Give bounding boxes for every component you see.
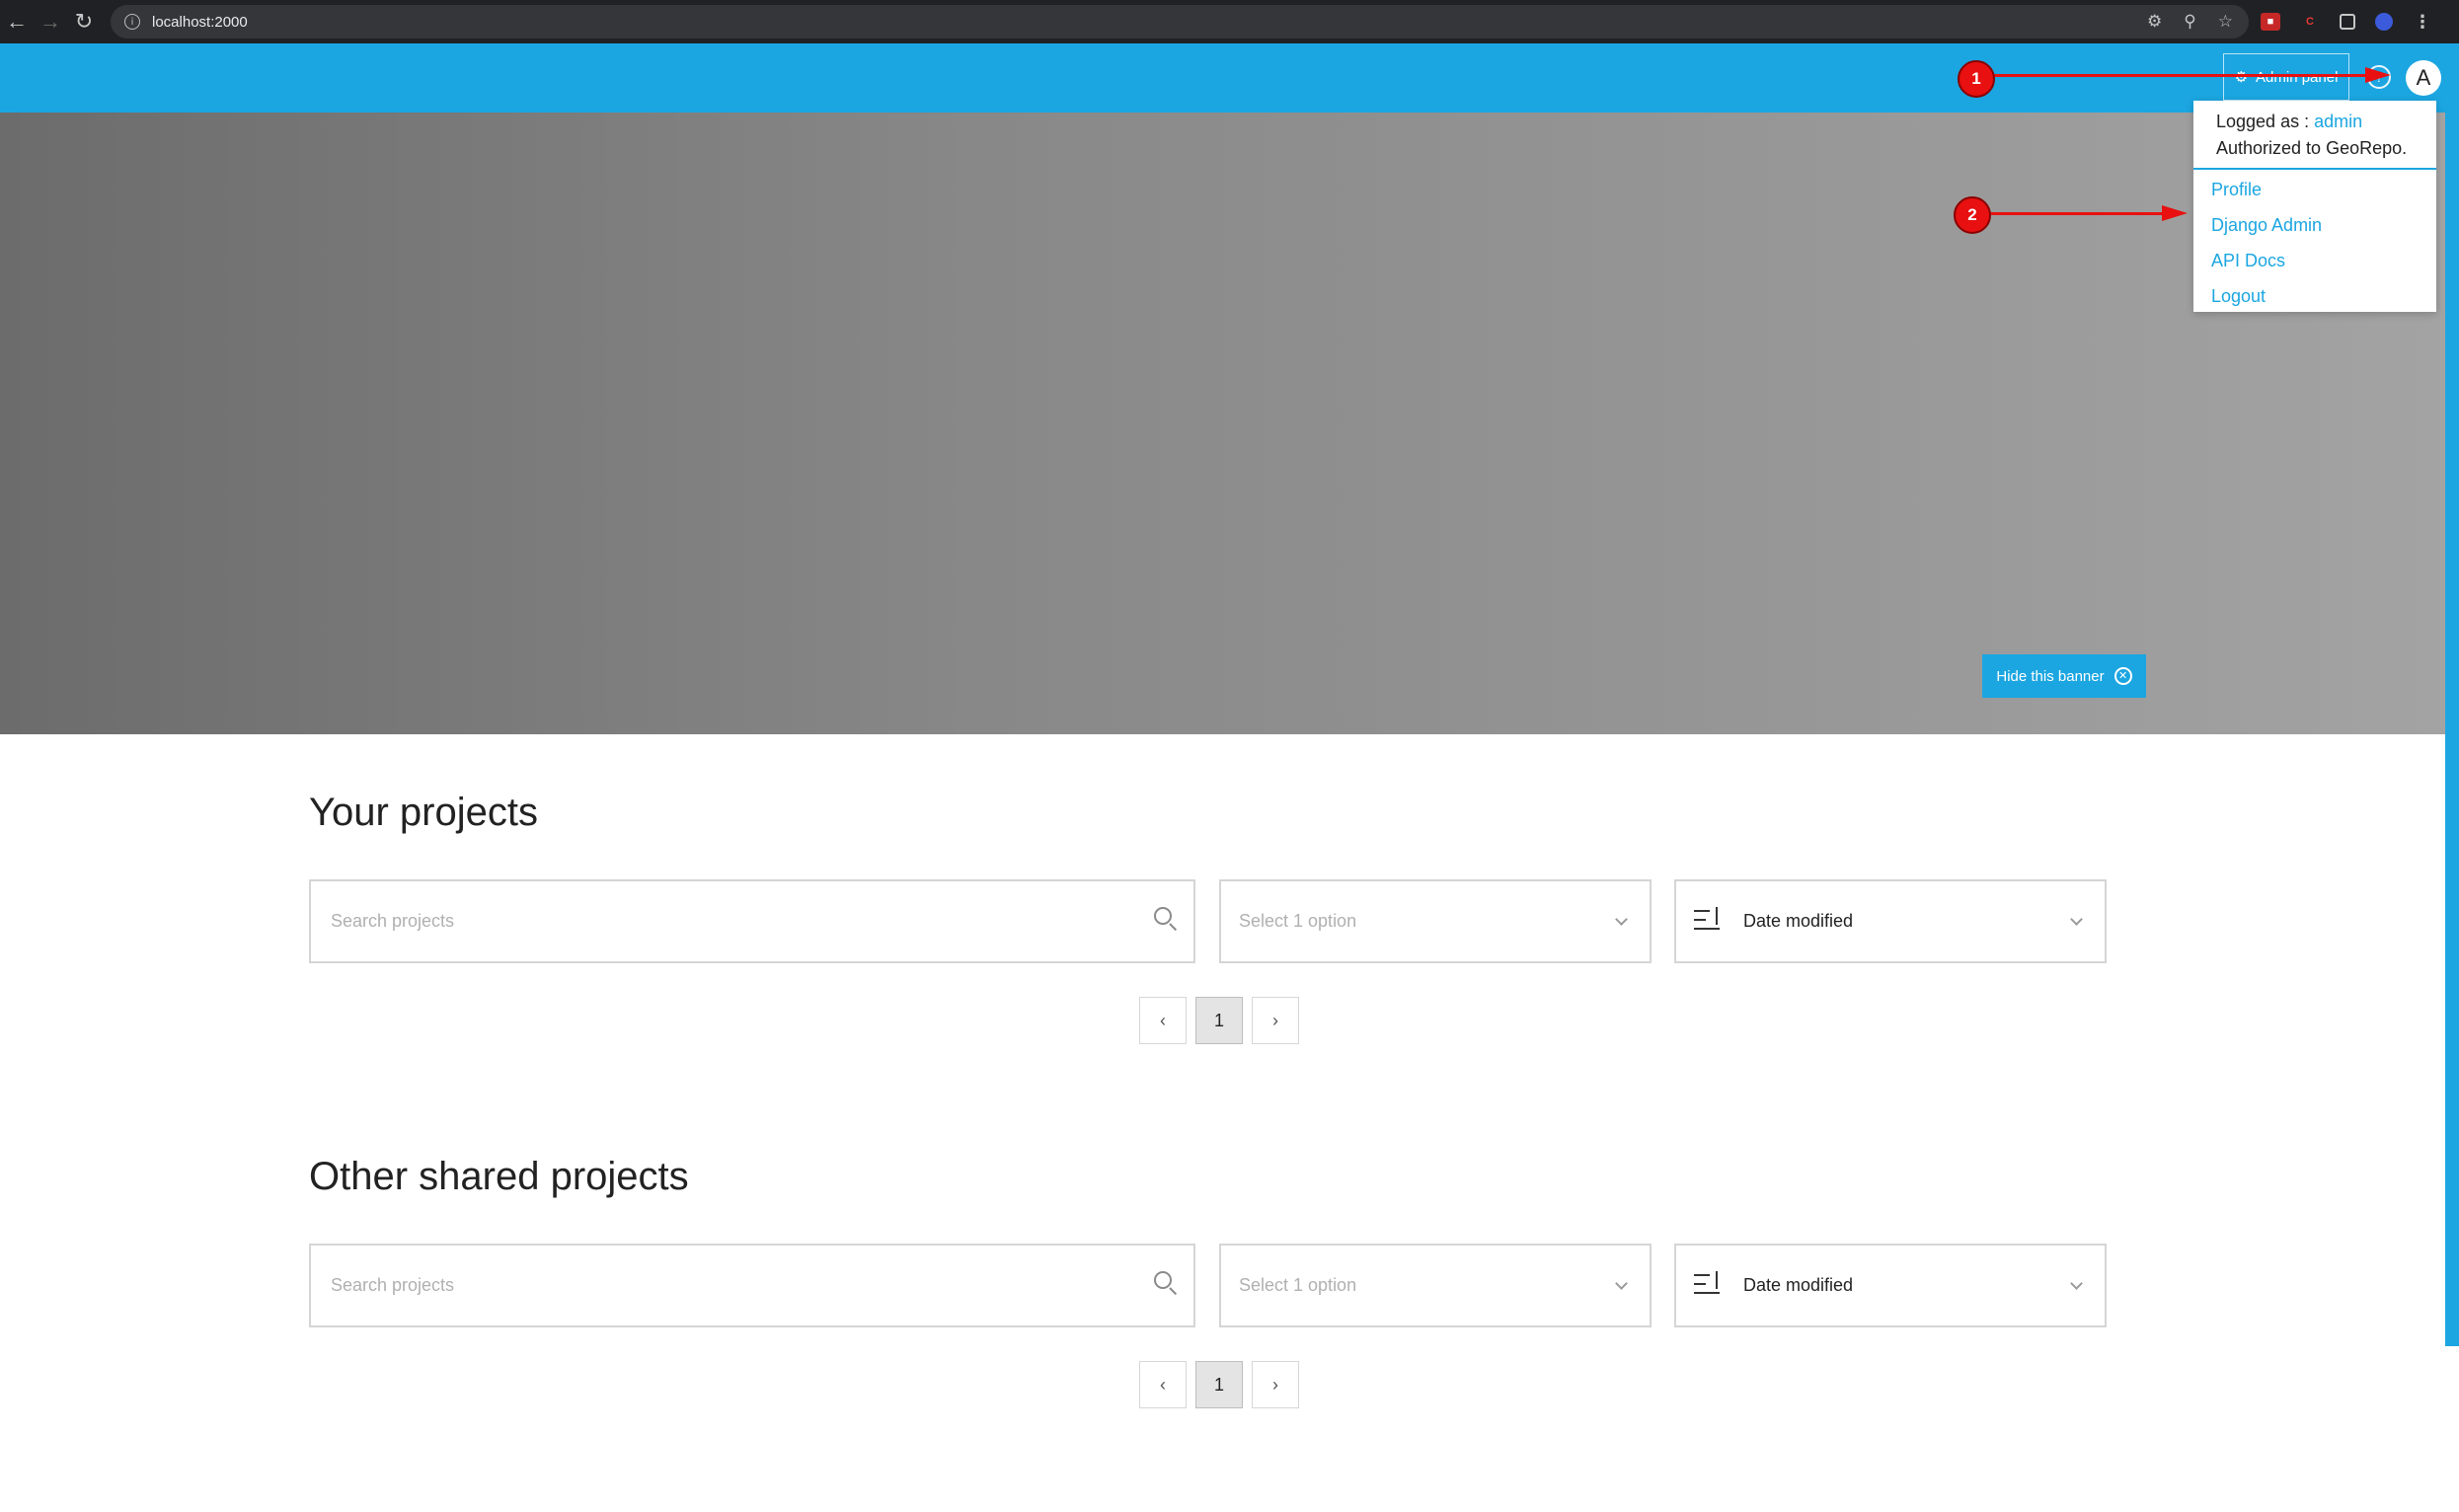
sort-select[interactable]: Date modified [1674,1244,2107,1327]
chevron-down-icon [1615,1277,1628,1290]
sort-icon [1694,1271,1724,1299]
filter-select[interactable]: Select 1 option [1219,879,1652,963]
extension-icon[interactable]: C [2300,13,2320,31]
pagination: ‹ 1 › [1139,997,1299,1044]
app-header: ⚙ Admin panel ? A [0,43,2445,113]
admin-panel-label: Admin panel [2256,68,2339,86]
close-circle-icon: ✕ [2113,667,2132,685]
star-icon[interactable]: ☆ [2218,12,2233,32]
section-title-your-projects: Your projects [309,791,538,834]
annotation-badge-1: 1 [1958,60,1995,98]
menu-item-profile[interactable]: Profile [2211,172,2322,207]
filter-placeholder: Select 1 option [1239,1275,1357,1295]
hide-banner-button[interactable]: Hide this banner ✕ [1982,654,2146,698]
annotation-arrowhead-2 [2162,205,2188,221]
logged-as-prefix: Logged as : [2216,112,2310,131]
page-button[interactable]: 1 [1195,997,1243,1044]
url-text: localhost:2000 [152,13,248,31]
annotation-arrow-1 [1976,74,2369,77]
section-title-other-shared-projects: Other shared projects [309,1155,689,1198]
browser-toolbar: ← → ↻ i localhost:2000 ⚙ ⚲ ☆ ■ C ⋮ [0,0,2459,43]
chevron-down-icon [2070,913,2083,926]
user-info: Logged as : admin Authorized to GeoRepo. [2193,101,2436,162]
forward-icon[interactable]: → [34,0,67,43]
prev-page-button[interactable]: ‹ [1139,997,1187,1044]
next-page-button[interactable]: › [1252,1361,1299,1408]
search-placeholder: Search projects [331,1275,455,1295]
zoom-icon[interactable]: ⚲ [2184,12,2195,32]
sort-label: Date modified [1743,911,1854,931]
chevron-down-icon [2070,1277,2083,1290]
hide-banner-label: Hide this banner [1996,667,2105,685]
filter-select[interactable]: Select 1 option [1219,1244,1652,1327]
search-input[interactable]: Search projects [309,879,1195,963]
sort-label: Date modified [1743,1275,1854,1295]
menu-divider [2193,168,2436,170]
page-button[interactable]: 1 [1195,1361,1243,1408]
annotation-arrowhead-1 [2365,67,2391,83]
filter-placeholder: Select 1 option [1239,911,1357,931]
back-icon[interactable]: ← [0,0,34,43]
address-bar[interactable]: i localhost:2000 ⚙ ⚲ ☆ [111,5,2249,38]
search-input[interactable]: Search projects [309,1244,1195,1327]
annotation-arrow-2 [1974,212,2164,215]
menu-item-logout[interactable]: Logout [2211,278,2322,314]
prev-page-button[interactable]: ‹ [1139,1361,1187,1408]
pagination: ‹ 1 › [1139,1361,1299,1408]
menu-item-django-admin[interactable]: Django Admin [2211,207,2322,243]
annotation-badge-2: 2 [1954,196,1991,234]
avatar[interactable]: A [2406,60,2441,96]
admin-panel-button[interactable]: ⚙ Admin panel [2223,53,2349,101]
key-icon[interactable]: ⚙ [2147,12,2162,32]
settings-icon: ⚙ [2234,69,2249,86]
next-page-button[interactable]: › [1252,997,1299,1044]
username: admin [2314,112,2363,131]
user-menu: Logged as : admin Authorized to GeoRepo.… [2193,101,2436,312]
menu-item-api-docs[interactable]: API Docs [2211,243,2322,278]
hero-banner: Hide this banner ✕ [0,113,2445,734]
kebab-menu-icon[interactable]: ⋮ [2413,12,2432,32]
sort-select[interactable]: Date modified [1674,879,2107,963]
profile-icon[interactable] [2375,13,2393,31]
search-icon [1154,1271,1172,1289]
scrollbar[interactable] [2445,43,2459,1346]
chevron-down-icon [1615,913,1628,926]
reload-icon[interactable]: ↻ [67,0,101,43]
extension-icon[interactable]: ■ [2261,13,2280,31]
search-placeholder: Search projects [331,911,455,931]
search-icon [1154,907,1172,925]
sort-icon [1694,907,1724,935]
puzzle-icon[interactable] [2340,14,2355,30]
authorized-text: Authorized to GeoRepo. [2216,138,2408,158]
site-info-icon[interactable]: i [124,14,140,30]
